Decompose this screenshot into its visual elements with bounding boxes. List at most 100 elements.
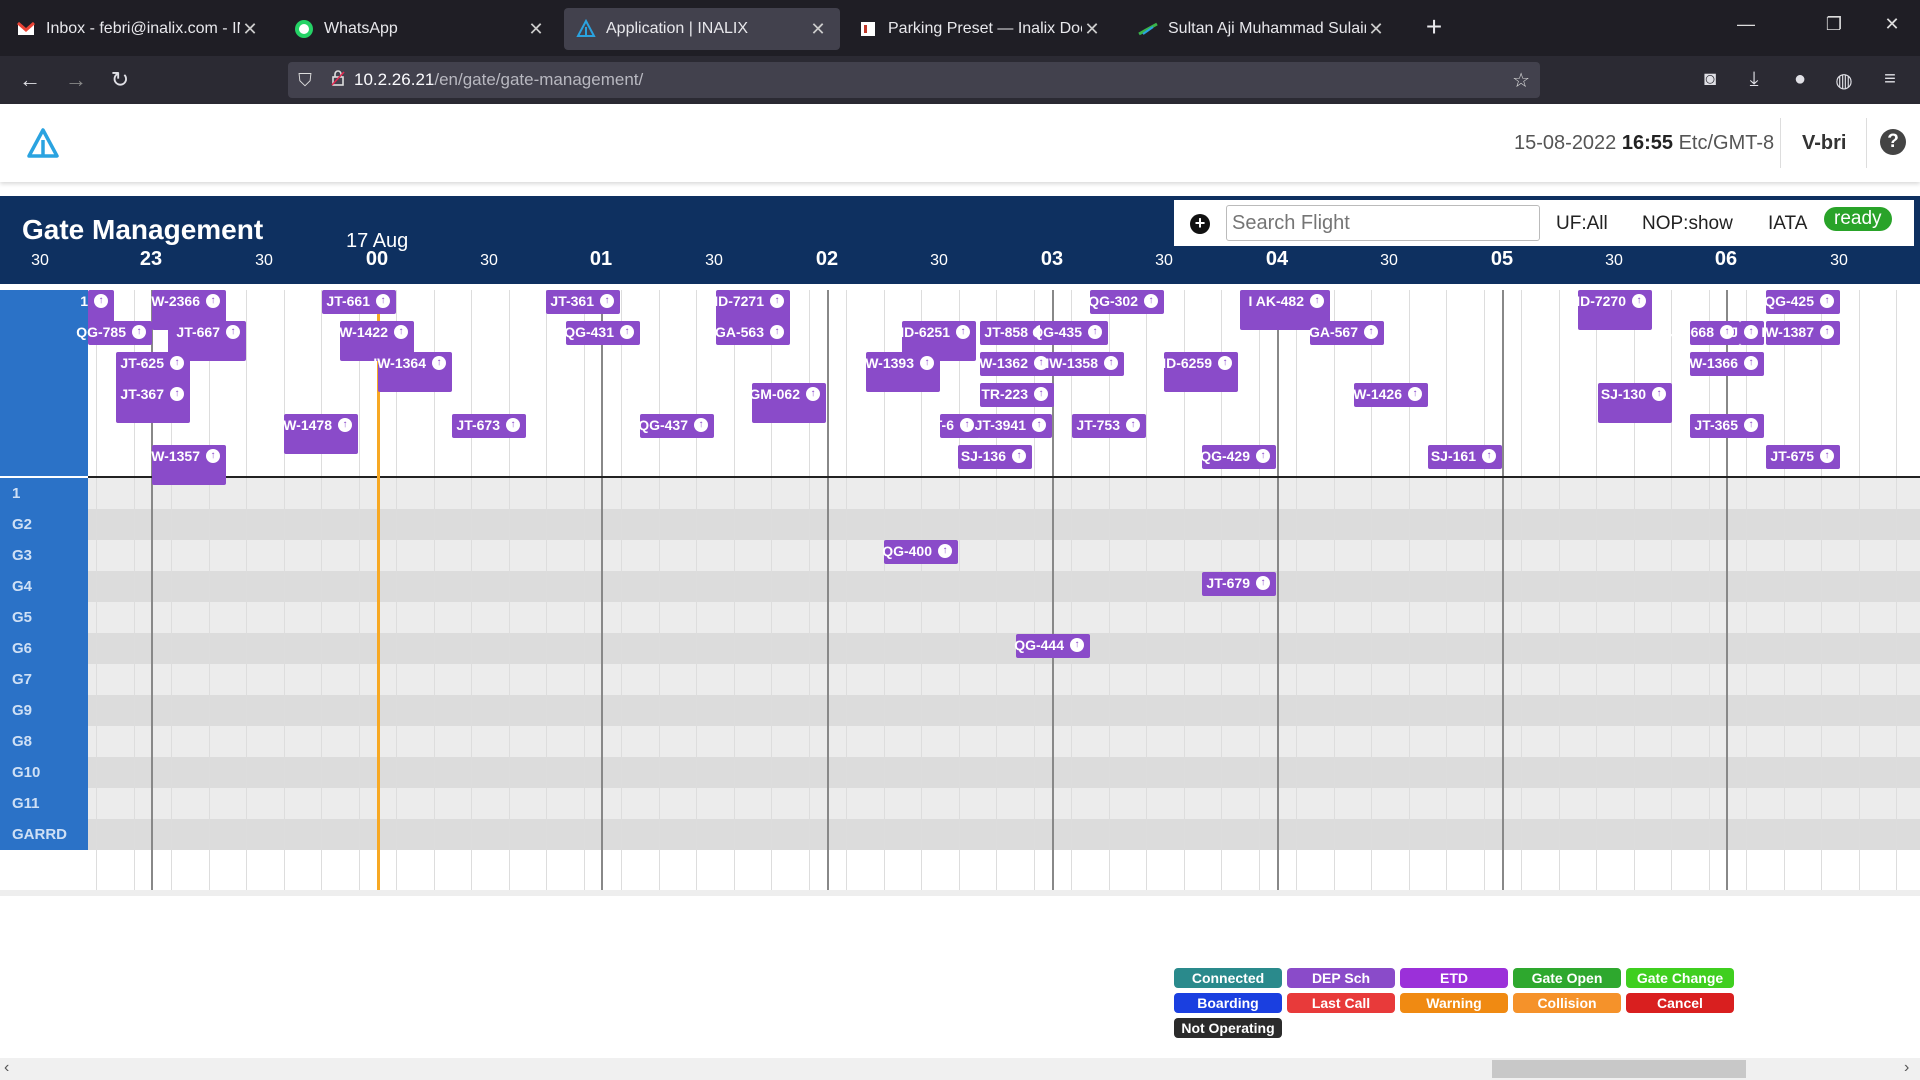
- flight-block[interactable]: GA-563 ↑: [715, 321, 790, 345]
- flight-block[interactable]: QG-302 ↑: [1088, 290, 1164, 314]
- extension-icon[interactable]: ●: [1786, 68, 1814, 91]
- flight-block[interactable]: JT-673 ↑: [452, 414, 526, 438]
- gate-row[interactable]: [88, 633, 1920, 664]
- pocket-icon[interactable]: ◙: [1696, 68, 1724, 91]
- add-icon[interactable]: +: [1190, 214, 1210, 234]
- flight-block[interactable]: TR-223 ↑: [980, 383, 1054, 407]
- scroll-left-icon[interactable]: ‹: [4, 1059, 9, 1077]
- flight-block[interactable]: GA-567 ↑: [1309, 321, 1384, 345]
- flight-block[interactable]: QG-437 ↑: [638, 414, 714, 438]
- flight-block[interactable]: SJ-136 ↑: [958, 445, 1032, 469]
- flight-block-assigned[interactable]: QG-444 ↑: [1014, 634, 1090, 658]
- gate-row[interactable]: [88, 509, 1920, 540]
- tab-whatsapp[interactable]: WhatsApp ✕: [282, 8, 558, 50]
- flight-block[interactable]: JT-367 ↑: [116, 383, 190, 423]
- scroll-right-icon[interactable]: ›: [1904, 1059, 1909, 1077]
- gate-label[interactable]: G5: [0, 602, 88, 633]
- close-icon[interactable]: ✕: [808, 19, 828, 40]
- gate-row[interactable]: [88, 757, 1920, 788]
- gate-label[interactable]: G9: [0, 695, 88, 726]
- tab-inalix-application[interactable]: Application | INALIX ✕: [564, 8, 840, 50]
- minimize-icon[interactable]: —: [1728, 14, 1764, 35]
- flight-block[interactable]: IW-1357 ↑: [147, 445, 226, 485]
- flight-block[interactable]: ID-6259 ↑: [1162, 352, 1238, 392]
- flight-block[interactable]: JT-675 ↑: [1766, 445, 1840, 469]
- new-tab-button[interactable]: +: [1418, 12, 1450, 44]
- flight-block[interactable]: QG-785 ↑: [76, 321, 152, 345]
- flight-block[interactable]: JT-661 ↑: [322, 290, 396, 314]
- tab-gmail[interactable]: Inbox - febri@inalix.com - INALI ✕: [4, 8, 272, 50]
- gate-row[interactable]: [88, 571, 1920, 602]
- close-icon[interactable]: ✕: [1082, 19, 1102, 40]
- gate-row[interactable]: [88, 788, 1920, 819]
- back-icon[interactable]: ←: [14, 64, 46, 96]
- gate-label[interactable]: G3: [0, 540, 88, 571]
- flight-block[interactable]: IW-1387 ↑: [1761, 321, 1840, 345]
- flight-block[interactable]: JT-3941 ↑: [975, 414, 1052, 438]
- flight-block[interactable]: IW-1393 ↑: [861, 352, 940, 392]
- nop-toggle[interactable]: NOP:show: [1642, 213, 1733, 235]
- uf-filter[interactable]: UF:All: [1556, 213, 1608, 235]
- horizontal-scrollbar[interactable]: ‹ ›: [0, 1058, 1920, 1080]
- gate-row[interactable]: [88, 664, 1920, 695]
- gate-label[interactable]: G10: [0, 757, 88, 788]
- flight-block[interactable]: SJ-161 ↑: [1428, 445, 1502, 469]
- flight-block[interactable]: IW-1426 ↑: [1349, 383, 1428, 407]
- flight-block[interactable]: IW-1358 ↑: [1045, 352, 1124, 376]
- flight-block[interactable]: IW-1478 ↑: [279, 414, 358, 454]
- flight-block[interactable]: IW-1362 ↑: [975, 352, 1054, 376]
- tab-airport[interactable]: Sultan Aji Muhammad Sulaiman ✕: [1126, 8, 1398, 50]
- download-icon[interactable]: ⤓: [1740, 68, 1768, 91]
- gate-row[interactable]: [88, 819, 1920, 850]
- flight-block-assigned[interactable]: QG-400 ↑: [882, 540, 958, 564]
- flight-block-assigned[interactable]: JT-679 ↑: [1202, 572, 1276, 596]
- gate-label[interactable]: G6: [0, 633, 88, 664]
- flight-block[interactable]: IW-1364 ↑: [373, 352, 452, 392]
- scrollbar-thumb[interactable]: [1492, 1060, 1746, 1078]
- departure-icon: ↑: [170, 387, 184, 401]
- gate-label[interactable]: G4: [0, 571, 88, 602]
- flight-block[interactable]: ID-7270 ↑: [1576, 290, 1652, 330]
- flight-block[interactable]: QG-425 ↑: [1764, 290, 1840, 314]
- close-icon[interactable]: ✕: [526, 19, 546, 40]
- flight-block[interactable]: JT-365 ↑: [1690, 414, 1764, 438]
- flight-block[interactable]: JT-753 ↑: [1072, 414, 1146, 438]
- flight-block[interactable]: QG-431 ↑: [564, 321, 640, 345]
- gate-row[interactable]: [88, 695, 1920, 726]
- flight-block[interactable]: QG-429 ↑: [1200, 445, 1276, 469]
- gate-label[interactable]: G7: [0, 664, 88, 695]
- close-window-icon[interactable]: ✕: [1874, 14, 1910, 35]
- flight-block[interactable]: QG-435 ↑: [1032, 321, 1108, 345]
- flight-block[interactable]: GM-062 ↑: [749, 383, 826, 423]
- flight-block[interactable]: JT-361 ↑: [546, 290, 620, 314]
- tab-parking-preset[interactable]: Parking Preset — Inalix Docume ✕: [846, 8, 1114, 50]
- search-flight-input[interactable]: [1226, 205, 1540, 241]
- gate-label[interactable]: GARRD: [0, 819, 88, 850]
- close-icon[interactable]: ✕: [1366, 19, 1386, 40]
- globe-icon[interactable]: ◍: [1830, 68, 1858, 93]
- flight-block[interactable]: IW-1366 ↑: [1685, 352, 1764, 376]
- code-toggle[interactable]: IATA: [1768, 213, 1807, 235]
- menu-icon[interactable]: ≡: [1876, 68, 1904, 91]
- flight-label: ID-7271: [714, 293, 764, 309]
- user-name[interactable]: V-bri: [1802, 132, 1846, 155]
- restore-icon[interactable]: ❐: [1816, 14, 1852, 35]
- close-icon[interactable]: ✕: [240, 19, 260, 40]
- gate-label[interactable]: 1: [0, 478, 88, 509]
- gate-label[interactable]: G8: [0, 726, 88, 757]
- forward-icon[interactable]: →: [60, 64, 92, 96]
- gate-label[interactable]: G11: [0, 788, 88, 819]
- gate-row[interactable]: [88, 602, 1920, 633]
- gate-row[interactable]: [88, 726, 1920, 757]
- address-bar[interactable]: ⛉ 10.2.26.21/en/gate/gate-management/ ☆: [288, 62, 1540, 98]
- status-legend: Connected DEP Sch ETD Gate Open Gate Change B…: [1174, 968, 1734, 1044]
- inalix-logo-icon[interactable]: [24, 126, 62, 164]
- reload-icon[interactable]: ↻: [104, 64, 136, 96]
- gate-label[interactable]: G2: [0, 509, 88, 540]
- help-icon[interactable]: ?: [1880, 129, 1906, 155]
- star-icon[interactable]: ☆: [1512, 68, 1530, 93]
- flight-block[interactable]: SJ-130 ↑: [1598, 383, 1672, 423]
- gate-row[interactable]: [88, 478, 1920, 509]
- gate-row[interactable]: [88, 540, 1920, 571]
- grid-line: [1521, 290, 1522, 890]
